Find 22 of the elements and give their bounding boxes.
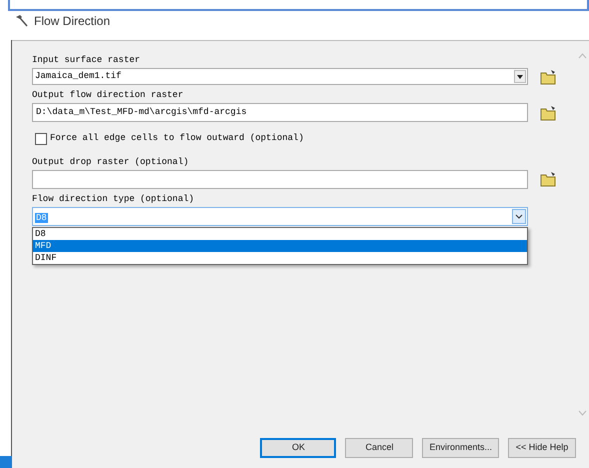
window-title: Flow Direction xyxy=(34,13,110,30)
dialog-button[interactable]: Environments... xyxy=(422,438,499,458)
folder-icon[interactable] xyxy=(540,104,556,120)
chevron-down-icon[interactable] xyxy=(512,208,526,224)
checkbox[interactable] xyxy=(35,132,47,145)
text-field[interactable]: D:\data_m\Test_MFD-md\arcgis\mfd-arcgis xyxy=(32,103,528,122)
dialog-button[interactable]: << Hide Help xyxy=(508,438,576,458)
dropdown-option[interactable]: MFD xyxy=(33,240,527,252)
dropdown-option[interactable]: DINF xyxy=(33,252,527,264)
text-field[interactable] xyxy=(32,170,528,188)
folder-icon[interactable] xyxy=(540,171,556,187)
field-label: Output drop raster (optional) xyxy=(32,156,190,168)
dialog-button[interactable]: Cancel xyxy=(345,438,414,458)
dialog-button[interactable]: OK xyxy=(260,438,336,458)
field-label: Output flow direction raster xyxy=(32,89,184,101)
field-label: Input surface raster xyxy=(32,54,142,66)
field-label: Flow direction type (optional) xyxy=(32,192,196,204)
dropdown-option[interactable]: D8 xyxy=(33,228,527,240)
checkbox-label: Force all edge cells to flow outward (optional) xyxy=(50,132,304,145)
hammer-icon xyxy=(14,14,30,28)
folder-icon[interactable] xyxy=(540,68,556,84)
input-combo[interactable]: Jamaica_dem1.tif xyxy=(32,68,528,85)
